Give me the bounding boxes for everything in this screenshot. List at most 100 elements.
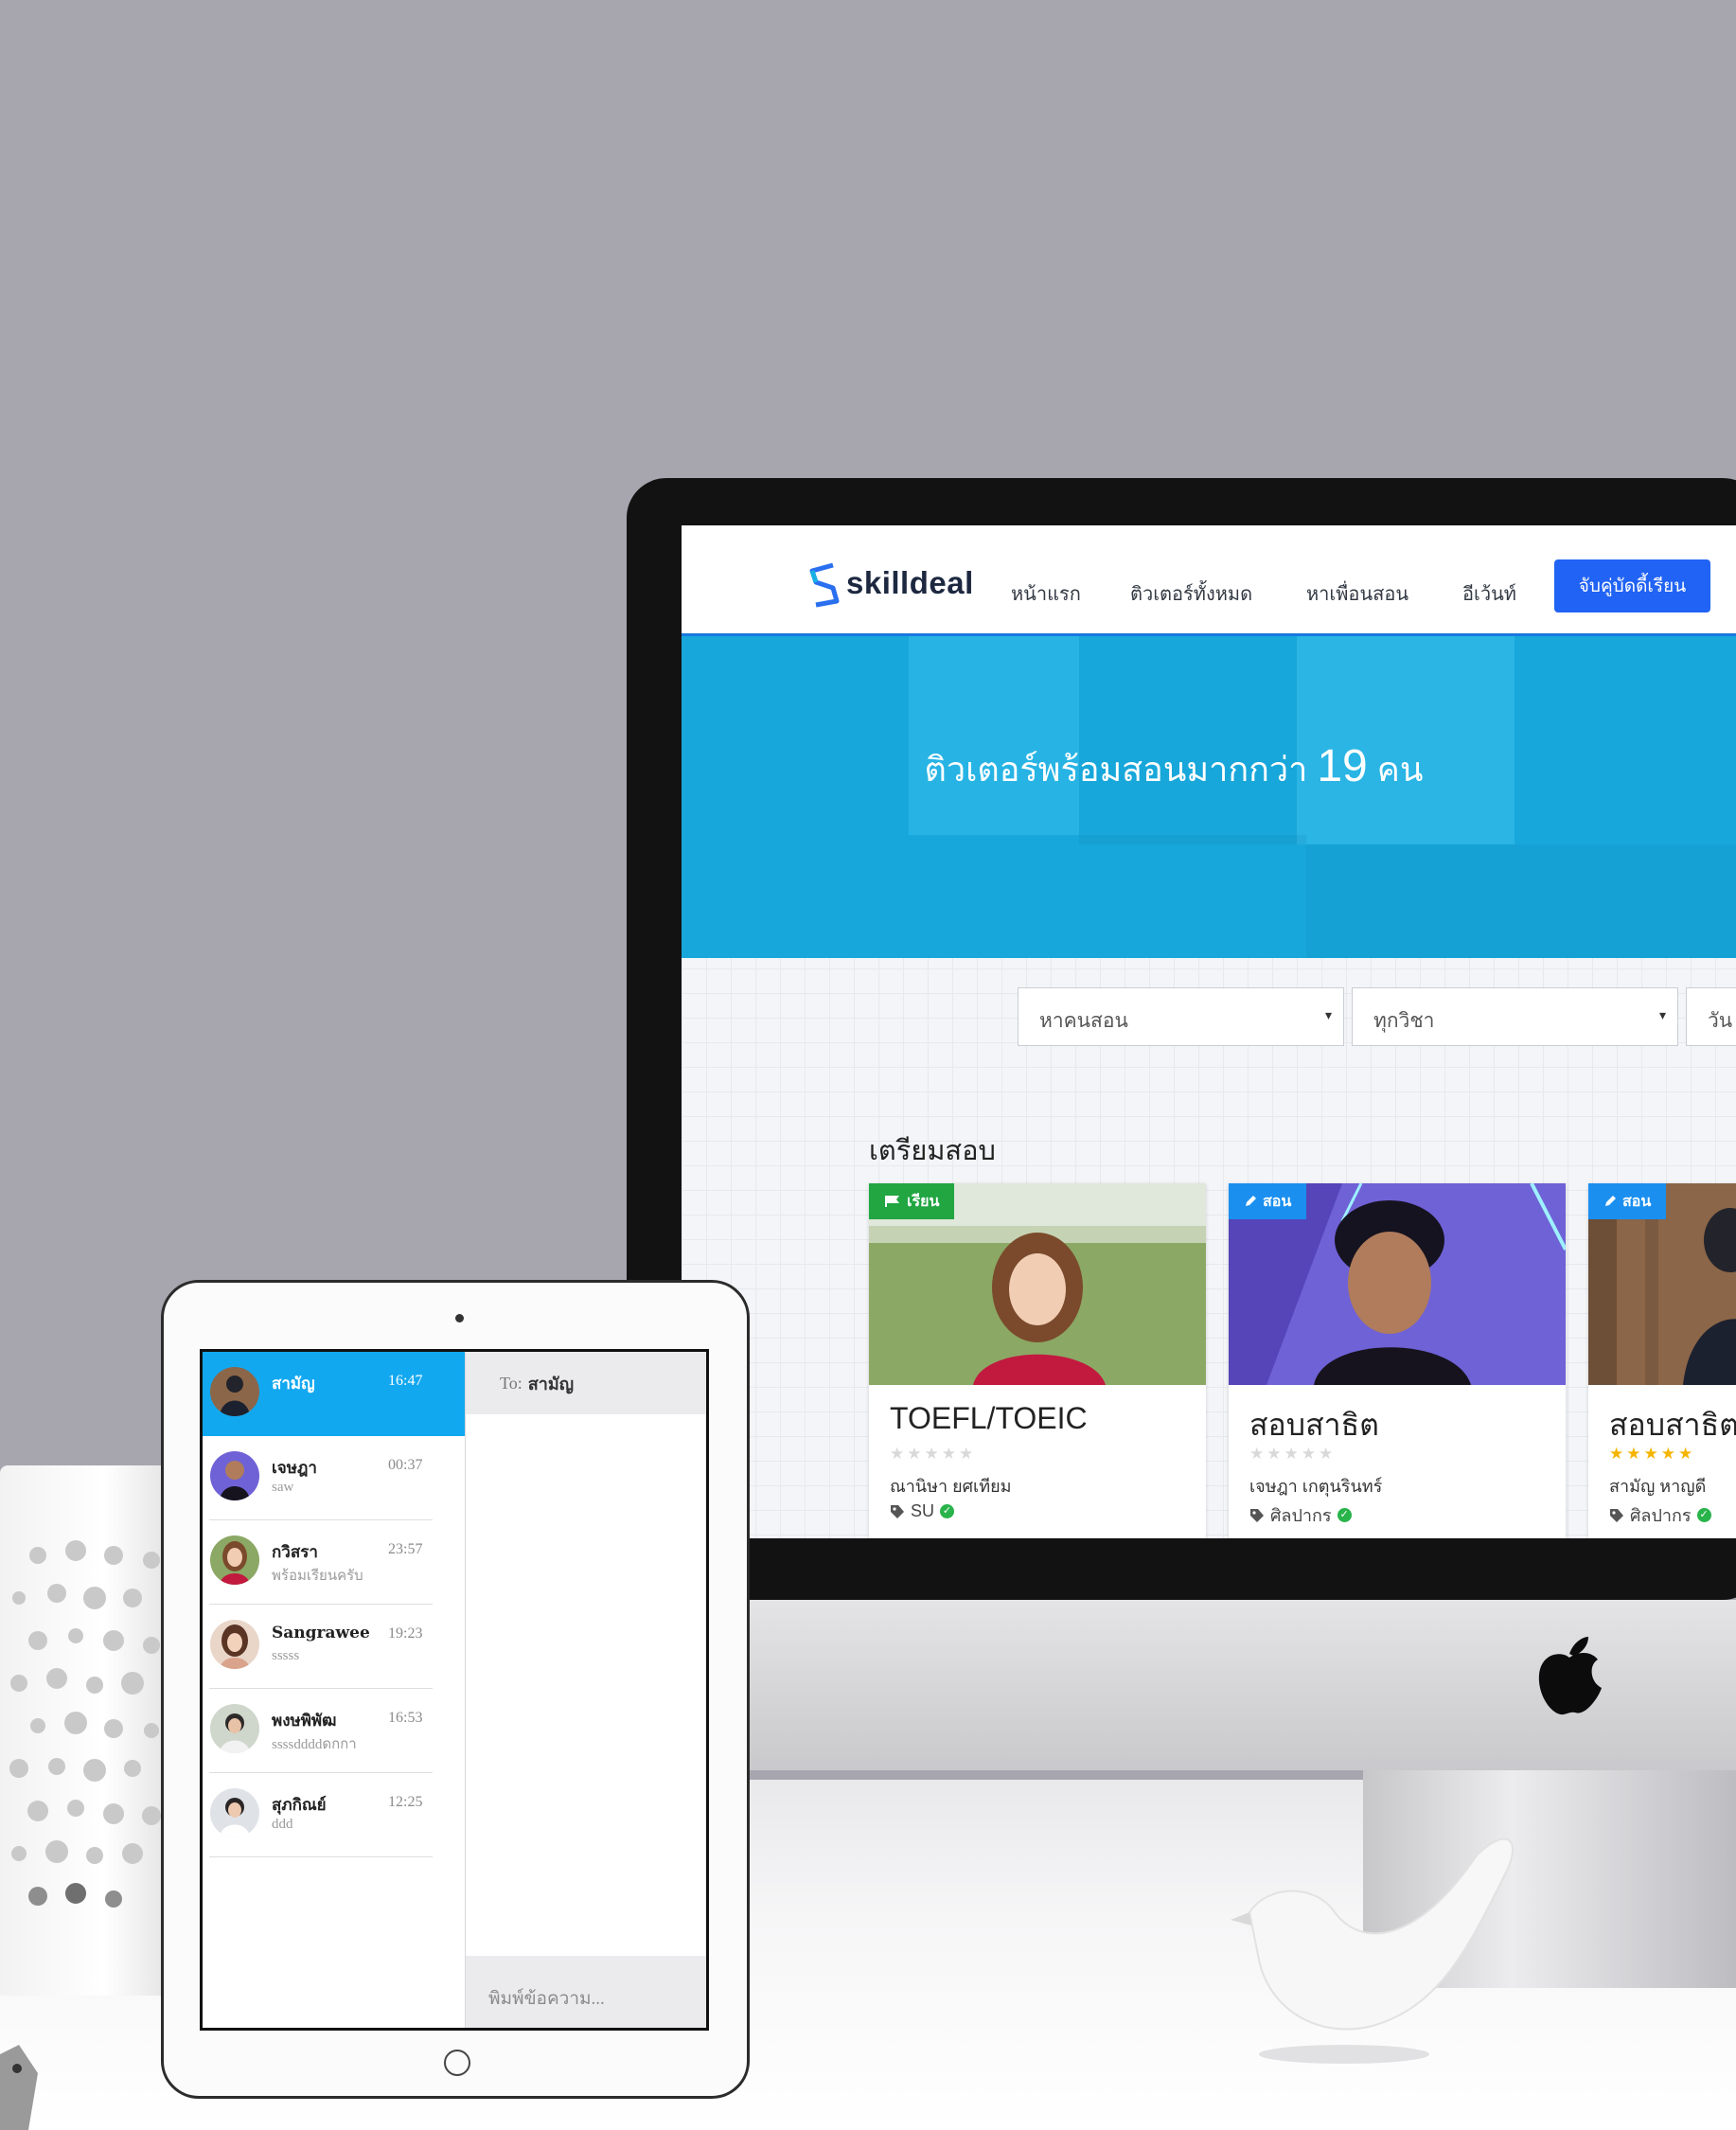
role-select[interactable]: หาคนสอน ▾ <box>1018 987 1344 1046</box>
teach-badge: สอน <box>1588 1183 1667 1219</box>
to-label: To: <box>500 1373 523 1393</box>
conversation-name: เจษฎา <box>272 1459 317 1478</box>
ipad-device: สามัญ 16:47 เจษฎา 00:37 saw กวิสรา 23:57… <box>161 1280 750 2099</box>
card-title[interactable]: สอบสาธิต <box>1609 1401 1736 1449</box>
chevron-down-icon: ▾ <box>1658 1007 1666 1022</box>
tag-icon <box>891 1504 904 1518</box>
tag-icon <box>1250 1508 1264 1522</box>
day-select[interactable]: วัน <box>1686 987 1736 1046</box>
conversation-time: 23:57 <box>388 1541 423 1557</box>
conversation-preview: ddd <box>272 1817 293 1832</box>
tutor-name: เจษฎา เกตุนรินทร์ <box>1249 1477 1383 1496</box>
hero-title-prefix: ติวเตอร์พร้อมสอนมากกว่า <box>924 750 1318 789</box>
recipient-name: สามัญ <box>527 1374 575 1393</box>
university-row: ศิลปากร ✓ <box>1609 1501 1711 1529</box>
conversation-item[interactable]: กวิสรา 23:57 พร้อมเรียนครับ <box>203 1520 465 1605</box>
rating-stars: ★★★★★ <box>1249 1445 1337 1463</box>
avatar <box>210 1788 259 1837</box>
rating-stars: ★★★★★ <box>890 1445 977 1463</box>
apple-logo-icon <box>1538 1637 1602 1715</box>
skilldeal-logo-icon[interactable] <box>805 561 844 609</box>
message-recipient-header: To: สามัญ <box>466 1352 706 1414</box>
avatar <box>210 1367 259 1416</box>
learn-badge: เรียน <box>869 1183 955 1219</box>
tutor-card[interactable]: สอน สอบสาธิต ★★★★★ สามัญ หาญดี ศิลปากร ✓ <box>1588 1183 1736 1538</box>
verified-check-icon: ✓ <box>940 1504 955 1518</box>
university-name: ศิลปากร <box>1270 1506 1332 1525</box>
verified-check-icon: ✓ <box>1696 1508 1711 1522</box>
verified-check-icon: ✓ <box>1337 1508 1352 1522</box>
imac-screen: skilldeal หน้าแรก ติวเตอร์ทั้งหมด หาเพื่… <box>682 525 1736 1538</box>
pencil-icon <box>1246 1196 1256 1206</box>
conversation-item[interactable]: สุภกิณย์ 12:25 ddd <box>203 1773 465 1857</box>
message-pane: To: สามัญ พิมพ์ข้อความ... <box>465 1352 706 2028</box>
decorative-figurine <box>0 2045 38 2130</box>
pencil-icon <box>1605 1196 1616 1206</box>
hero-title-suffix: คน <box>1367 750 1424 789</box>
message-thread <box>466 1414 706 1956</box>
nav-all-tutors[interactable]: ติวเตอร์ทั้งหมด <box>1130 578 1252 609</box>
tutor-name: สามัญ หาญดี <box>1609 1477 1707 1496</box>
conversation-time: 16:47 <box>388 1373 423 1389</box>
site-navbar: skilldeal หน้าแรก ติวเตอร์ทั้งหมด หาเพื่… <box>682 525 1736 636</box>
university-name: SU <box>911 1501 935 1520</box>
avatar <box>210 1620 259 1669</box>
conversation-item[interactable]: พงษพิพัฒ 16:53 ssssddddดกกา <box>203 1689 465 1773</box>
nav-events[interactable]: อีเว้นท์ <box>1462 578 1516 609</box>
conversation-name: สุภกิณย์ <box>272 1796 327 1815</box>
avatar <box>210 1451 259 1500</box>
tutor-card[interactable]: เรียน TOEFL/TOEIC ★★★★★ ณานิษา ยศเทียม S… <box>869 1183 1206 1538</box>
conversation-time: 16:53 <box>388 1710 423 1726</box>
role-select-value: หาคนสอน <box>1039 1010 1128 1032</box>
subject-select[interactable]: ทุกวิชา ▾ <box>1352 987 1678 1046</box>
badge-label: เรียน <box>907 1193 940 1210</box>
rating-stars: ★★★★★ <box>1609 1445 1696 1463</box>
card-title[interactable]: สอบสาธิต <box>1249 1401 1379 1449</box>
tutor-count: 19 <box>1317 741 1368 791</box>
tag-icon <box>1610 1508 1623 1522</box>
avatar <box>210 1704 259 1753</box>
conversation-name: Sangrawee <box>272 1624 370 1642</box>
conversation-time: 00:37 <box>388 1457 423 1473</box>
decorative-bird <box>1231 1837 1515 2064</box>
conversation-list: สามัญ 16:47 เจษฎา 00:37 saw กวิสรา 23:57… <box>203 1352 465 2028</box>
conversation-preview: saw <box>272 1480 294 1495</box>
university-row: ศิลปากร ✓ <box>1249 1501 1352 1529</box>
conversation-preview: พร้อมเรียนครับ <box>272 1569 363 1584</box>
hero-banner: ติวเตอร์พร้อมสอนมากกว่า 19 คน <box>682 636 1736 958</box>
day-select-value: วัน <box>1708 1010 1733 1032</box>
flag-icon <box>885 1196 899 1207</box>
conversation-preview: sssss <box>272 1648 300 1663</box>
conversation-preview: ssssddddดกกา <box>272 1737 357 1752</box>
match-buddy-button[interactable]: จับคู่บัดดี้เรียน <box>1554 559 1710 612</box>
chat-app: สามัญ 16:47 เจษฎา 00:37 saw กวิสรา 23:57… <box>200 1349 709 2031</box>
brand-name[interactable]: skilldeal <box>846 565 974 601</box>
hero-photo-tile <box>682 636 909 958</box>
conversation-time: 19:23 <box>388 1625 423 1642</box>
conversation-time: 12:25 <box>388 1794 423 1810</box>
conversation-name: กวิสรา <box>272 1543 318 1562</box>
university-row: SU ✓ <box>890 1501 955 1521</box>
camera-dot <box>455 1314 464 1322</box>
nav-home[interactable]: หน้าแรก <box>1011 578 1081 609</box>
avatar <box>210 1535 259 1585</box>
hero-photo-tile <box>909 835 1306 958</box>
conversation-item[interactable]: สามัญ 16:47 <box>203 1352 465 1436</box>
conversation-name: สามัญ <box>272 1375 315 1393</box>
home-button[interactable] <box>444 2050 470 2076</box>
conversation-item[interactable]: เจษฎา 00:37 saw <box>203 1436 465 1520</box>
chevron-down-icon: ▾ <box>1324 1007 1332 1022</box>
message-input[interactable]: พิมพ์ข้อความ... <box>466 1956 706 2028</box>
tutor-card[interactable]: สอน สอบสาธิต ★★★★★ เจษฎา เกตุนรินทร์ ศิล… <box>1229 1183 1566 1538</box>
nav-find-teacher[interactable]: หาเพื่อนสอน <box>1306 578 1408 609</box>
conversation-item[interactable]: Sangrawee 19:23 sssss <box>203 1605 465 1689</box>
badge-label: สอน <box>1263 1193 1292 1210</box>
card-title[interactable]: TOEFL/TOEIC <box>890 1401 1088 1436</box>
hero-photo-tile <box>909 636 1079 835</box>
teach-badge: สอน <box>1229 1183 1307 1219</box>
subject-select-value: ทุกวิชา <box>1373 1010 1435 1032</box>
section-title: เตรียมสอบ <box>869 1136 996 1166</box>
conversation-name: พงษพิพัฒ <box>272 1712 337 1731</box>
tutor-name: ณานิษา ยศเทียม <box>890 1477 1012 1496</box>
hero-photo-tile <box>1306 844 1736 958</box>
